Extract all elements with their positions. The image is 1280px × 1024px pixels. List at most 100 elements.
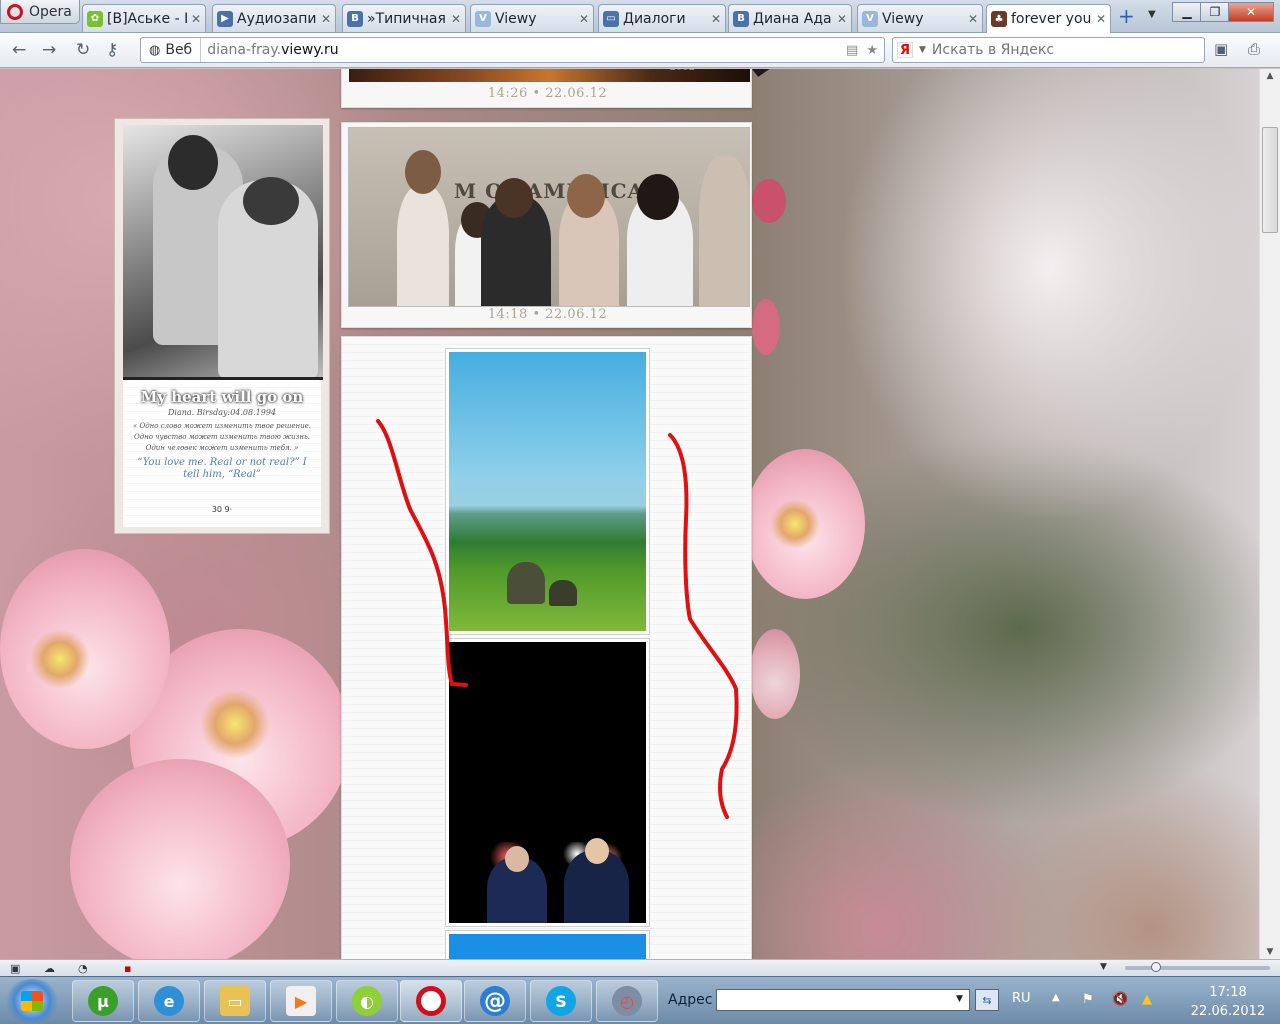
- close-icon[interactable]: ✕: [711, 12, 721, 26]
- tab-title: forever you...: [1011, 11, 1092, 27]
- taskbar-address-input[interactable]: [716, 989, 970, 1011]
- close-icon[interactable]: ✕: [837, 12, 847, 26]
- search-input[interactable]: [931, 42, 1202, 58]
- yandex-icon: Я: [897, 42, 913, 58]
- notes-icon[interactable]: ⎙: [1248, 40, 1260, 58]
- taskbar-explorer[interactable]: ▭: [204, 980, 266, 1022]
- language-indicator[interactable]: RU: [1012, 991, 1031, 1006]
- taskbar-address-label: Адрес: [668, 992, 713, 1008]
- scroll-down-arrow-icon[interactable]: ▼: [1260, 947, 1280, 957]
- photo-figure: [699, 156, 749, 306]
- taskbar-aimp[interactable]: ◐: [336, 980, 398, 1022]
- taskbar-utorrent[interactable]: µ: [72, 980, 134, 1022]
- post-image[interactable]: [449, 934, 646, 959]
- unite-icon[interactable]: ▪: [124, 962, 131, 975]
- tab-5[interactable]: ▭ Диалоги ✕: [598, 4, 726, 32]
- opera-menu-button[interactable]: Opera: [0, 0, 80, 24]
- taskbar-skype[interactable]: S: [530, 980, 592, 1022]
- url-field[interactable]: ◍ Веб diana-fray.viewy.ru ▤ ★: [140, 37, 885, 63]
- post-image[interactable]: [449, 642, 646, 923]
- vk-icon: B: [733, 10, 749, 27]
- close-icon[interactable]: ✕: [1096, 12, 1106, 26]
- back-arrow-icon[interactable]: ←: [12, 40, 26, 60]
- google-drive-icon[interactable]: ▲: [1142, 992, 1152, 1007]
- photo-figure: [637, 174, 679, 220]
- post-timestamp[interactable]: 14:26 • 22.06.12: [342, 86, 753, 101]
- profile-counter: 30 9·: [211, 505, 233, 514]
- system-clock[interactable]: 17:18 22.06.2012: [1180, 983, 1276, 1021]
- post-image[interactable]: M OF AMERICA: [348, 127, 750, 307]
- reload-icon[interactable]: ↻: [76, 40, 90, 60]
- address-go-button[interactable]: ⇆: [975, 989, 999, 1011]
- rss-icon[interactable]: ▤: [846, 43, 858, 58]
- opera-menu-label: Opera: [29, 3, 72, 20]
- tab-7[interactable]: V Viewy ✕: [857, 4, 983, 32]
- tab-title: Аудиозапи...: [237, 10, 317, 27]
- scroll-up-arrow-icon[interactable]: ▲: [1260, 71, 1280, 81]
- close-icon[interactable]: ✕: [321, 12, 331, 26]
- post-image-frame: [445, 638, 650, 927]
- branch-decoration: [752, 69, 878, 143]
- photo-figure: [567, 174, 605, 218]
- address-dropdown-chevron-icon[interactable]: ▼: [956, 994, 963, 1004]
- tab-4[interactable]: V Viewy ✕: [470, 4, 594, 32]
- restore-button[interactable]: ❐: [1200, 2, 1230, 22]
- panel-icon[interactable]: ▣: [1214, 40, 1228, 58]
- start-button[interactable]: [4, 979, 60, 1023]
- scrollbar-thumb[interactable]: [1262, 127, 1278, 233]
- cloud-icon[interactable]: ☁: [44, 962, 55, 975]
- taskbar-internet-explorer[interactable]: e: [138, 980, 200, 1022]
- minimize-button[interactable]: ▁: [1172, 2, 1202, 22]
- taskbar-mail-agent[interactable]: @: [464, 980, 526, 1022]
- post-image[interactable]: [449, 352, 646, 631]
- zoom-menu-chevron-icon[interactable]: ▼: [1100, 962, 1107, 972]
- internet-explorer-icon: e: [154, 986, 184, 1016]
- post-image[interactable]: 2012: [349, 69, 750, 82]
- close-window-button[interactable]: ✕: [1228, 2, 1274, 22]
- tab-title: »Типичная...: [367, 10, 447, 27]
- photo-figure: [505, 846, 529, 872]
- photo-figure: [397, 186, 449, 306]
- zoom-slider[interactable]: [1125, 962, 1270, 972]
- search-engine-dropdown-icon[interactable]: ▼: [919, 45, 926, 55]
- tab-1[interactable]: ✿ [B]Аське - I... ✕: [82, 4, 206, 32]
- panel-toggle-icon[interactable]: ▣: [10, 962, 20, 975]
- tab-8-active[interactable]: ♣ forever you... ✕: [986, 4, 1111, 33]
- speed-dial-icon[interactable]: ◔: [78, 962, 88, 975]
- profile-bio: My heart will go on Diana. Birsday:04.08…: [123, 380, 321, 527]
- feed-post: [341, 336, 752, 959]
- profile-card: My heart will go on Diana. Birsday:04.08…: [114, 118, 330, 534]
- new-tab-plus-icon[interactable]: +: [1118, 4, 1135, 28]
- photo-figure: [243, 177, 299, 225]
- page-viewport: My heart will go on Diana. Birsday:04.08…: [0, 69, 1259, 959]
- bookmark-star-icon[interactable]: ★: [866, 43, 878, 58]
- key-icon[interactable]: ⚷: [106, 40, 118, 60]
- tab-6[interactable]: B Диана Ада... ✕: [728, 4, 852, 32]
- search-field[interactable]: Я ▼: [892, 37, 1205, 63]
- windows-taskbar: µ e ▭ ▶ ◐ @ S ◴ Адрес ▼ ⇆ RU ▲ ⚑ 🔇 ▲ 17:…: [0, 976, 1280, 1024]
- taskbar-app[interactable]: ◴: [596, 980, 658, 1022]
- forward-arrow-icon[interactable]: →: [42, 40, 56, 60]
- tab-menu-chevron-down-icon[interactable]: ▼: [1148, 9, 1156, 20]
- web-mode-badge[interactable]: ◍ Веб: [141, 38, 202, 62]
- profile-photo[interactable]: [123, 125, 323, 380]
- volume-muted-icon[interactable]: 🔇: [1112, 992, 1128, 1007]
- opera-logo-icon: [7, 3, 23, 20]
- vertical-scrollbar[interactable]: ▲ ▼: [1259, 69, 1280, 959]
- url-text[interactable]: diana-fray.viewy.ru: [201, 42, 338, 58]
- close-icon[interactable]: ✕: [579, 12, 589, 26]
- tray-expand-icon[interactable]: ▲: [1052, 992, 1060, 1003]
- post-timestamp[interactable]: 14:18 • 22.06.12: [342, 307, 753, 322]
- tab-3[interactable]: B »Типичная... ✕: [342, 4, 466, 32]
- taskbar-opera[interactable]: [400, 980, 462, 1022]
- photo-figure: [405, 150, 441, 194]
- zoom-slider-knob[interactable]: [1151, 962, 1161, 972]
- close-icon[interactable]: ✕: [968, 12, 978, 26]
- close-icon[interactable]: ✕: [191, 12, 201, 26]
- taskbar-media-player[interactable]: ▶: [270, 980, 332, 1022]
- action-center-flag-icon[interactable]: ⚑: [1082, 992, 1094, 1007]
- tab-2[interactable]: ▶ Аудиозапи... ✕: [212, 4, 336, 32]
- close-icon[interactable]: ✕: [451, 12, 461, 26]
- folder-icon: ▭: [220, 986, 250, 1016]
- quote-line: Одно чувство может изменить твою жизнь.: [133, 433, 311, 441]
